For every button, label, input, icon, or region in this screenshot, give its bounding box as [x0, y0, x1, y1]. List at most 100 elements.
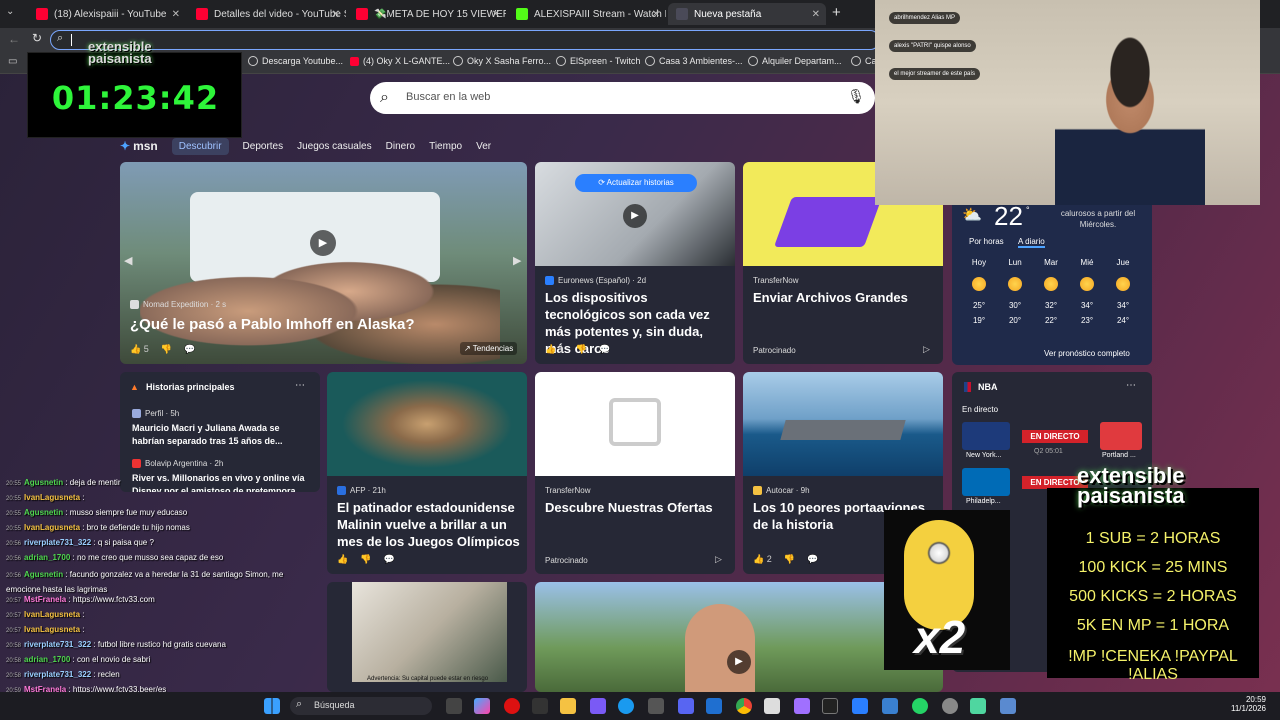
source-label: Bolavip Argentina · 2h	[145, 459, 224, 468]
news-card-devices[interactable]: ⟳ Actualizar historias ▶ Euronews (Españ…	[535, 162, 735, 364]
app-icon[interactable]	[706, 698, 722, 714]
hero-card[interactable]: ▶ ◀ ▶ Nomad Expedition · 2 s ¿Qué le pas…	[120, 162, 527, 364]
play-icon[interactable]: ▶	[310, 230, 336, 256]
card-title[interactable]: Enviar Archivos Grandes	[753, 289, 937, 306]
app-icon[interactable]	[764, 698, 780, 714]
app-icon[interactable]	[590, 698, 606, 714]
close-icon[interactable]: ✕	[172, 9, 180, 20]
nav-tab-ver[interactable]: Ver	[476, 141, 491, 152]
play-ad-icon[interactable]: ▷	[923, 344, 930, 355]
ad-card-offers[interactable]: TransferNow Descubre Nuestras Ofertas Pa…	[535, 372, 735, 574]
close-icon[interactable]: ✕	[332, 9, 340, 20]
bookmark-item[interactable]: Descarga Youtube...	[248, 56, 343, 66]
folder-icon[interactable]	[560, 698, 576, 714]
like-button[interactable]: 👍 2	[753, 554, 772, 565]
nav-tab-deportes[interactable]: Deportes	[243, 141, 284, 152]
address-input[interactable]: ⌕	[50, 30, 880, 50]
reload-icon[interactable]: ↻	[32, 31, 42, 45]
close-icon[interactable]: ✕	[812, 9, 820, 20]
tab-new-tab[interactable]: Nueva pestaña ✕	[668, 3, 826, 25]
prev-icon[interactable]: ◀	[124, 254, 132, 267]
web-search-box[interactable]: ⌕ Buscar en la web 🎙	[370, 82, 875, 114]
sponsored-label: Patrocinado	[753, 346, 796, 355]
comment-button[interactable]: 💬	[383, 554, 394, 565]
tab-kick-stream[interactable]: ALEXISPAIII Stream - Watch Live on✕	[508, 3, 666, 25]
finance-ad-card[interactable]: Advertencia: Su capital puede estar en r…	[327, 582, 527, 692]
tab-list-dropdown-icon[interactable]: ⌄	[6, 6, 14, 17]
tab-youtube-studio[interactable]: Detalles del video - YouTube Studio✕	[188, 3, 346, 25]
close-icon[interactable]: ✕	[492, 9, 500, 20]
msn-logo[interactable]: ✦ msn	[120, 139, 158, 153]
dislike-button[interactable]: 👎	[360, 554, 371, 565]
nav-tab-descubrir[interactable]: Descubrir	[171, 137, 229, 155]
dislike-button[interactable]: 👎	[161, 344, 172, 355]
bookmark-item[interactable]: ElSpreen - Twitch	[556, 56, 640, 66]
ad-warning: Advertencia: Su capital puede estar en r…	[367, 676, 489, 682]
game-row[interactable]: New York... EN DIRECTO Q2 05:01 Portland…	[962, 422, 1142, 462]
app-icon[interactable]	[648, 698, 664, 714]
like-button[interactable]: 👍 1	[545, 344, 564, 355]
bookmark-item[interactable]: (4) Oky X L-GANTE...	[350, 56, 450, 66]
weather-forecast-link[interactable]: Ver pronóstico completo	[1044, 349, 1130, 358]
dislike-button[interactable]: 👎	[784, 554, 795, 565]
bookmark-item[interactable]: Casa 3 Ambientes-...	[645, 56, 743, 66]
chat-sep: :	[63, 508, 70, 517]
discord-icon[interactable]	[678, 698, 694, 714]
tab-hourly[interactable]: Por horas	[969, 237, 1004, 246]
whatsapp-icon[interactable]	[912, 698, 928, 714]
hero-title[interactable]: ¿Qué le pasó a Pablo Imhoff en Alaska?	[130, 316, 510, 333]
dislike-button[interactable]: 👎	[576, 344, 587, 355]
comment-button[interactable]: 💬	[184, 344, 195, 355]
chat-time: 20:55	[6, 526, 22, 532]
tab-youtube[interactable]: (18) Alexispaiii - YouTube ✕	[28, 3, 186, 25]
story-title[interactable]: Mauricio Macri y Juliana Awada se habría…	[132, 422, 312, 448]
more-icon[interactable]: ⋯	[295, 380, 305, 391]
bookmark-item[interactable]: Oky X Sasha Ferro...	[453, 56, 551, 66]
task-view-icon[interactable]	[446, 698, 462, 714]
chrome-icon[interactable]	[736, 698, 752, 714]
play-ad-icon[interactable]: ▷	[715, 554, 722, 565]
copilot-icon[interactable]	[474, 698, 490, 714]
windows-start-icon[interactable]	[264, 698, 280, 714]
new-tab-button[interactable]: +	[832, 4, 841, 21]
play-icon[interactable]: ▶	[727, 650, 751, 674]
clock[interactable]: 20:59 11/1/2026	[1222, 695, 1266, 713]
nav-tab-dinero[interactable]: Dinero	[386, 141, 415, 152]
app-icon[interactable]	[532, 698, 548, 714]
app-icon[interactable]	[852, 698, 868, 714]
card-title[interactable]: El patinador estadounidense Malinin vuel…	[337, 499, 521, 550]
next-icon[interactable]: ▶	[513, 254, 521, 267]
play-icon[interactable]: ▶	[623, 204, 647, 228]
like-button[interactable]: 👍	[337, 554, 348, 565]
card-title[interactable]: Descubre Nuestras Ofertas	[545, 499, 729, 516]
bookmark-item[interactable]: Alquiler Departam...	[748, 56, 842, 66]
opera-icon[interactable]	[504, 698, 520, 714]
nav-tab-tiempo[interactable]: Tiempo	[429, 141, 462, 152]
app-icon[interactable]	[794, 698, 810, 714]
app-icon[interactable]	[970, 698, 986, 714]
chat-sep: :	[80, 523, 87, 532]
news-card-skater[interactable]: AFP · 21h El patinador estadounidense Ma…	[327, 372, 527, 574]
bookmark-item[interactable]: Ca	[851, 56, 877, 66]
taskbar-search[interactable]: Búsqueda	[290, 697, 432, 715]
back-icon[interactable]: ←	[8, 32, 20, 46]
microphone-icon[interactable]: 🎙	[847, 88, 865, 105]
comment-button[interactable]: 💬	[599, 344, 610, 355]
comment-button[interactable]: 💬	[807, 554, 818, 565]
settings-icon[interactable]	[942, 698, 958, 714]
close-icon[interactable]: ✕	[652, 9, 660, 20]
video-card[interactable]: ▶	[535, 582, 943, 692]
chat-time: 20:57	[6, 613, 22, 619]
edge-icon[interactable]	[618, 698, 634, 714]
trending-badge[interactable]: ↗ Tendencias	[460, 342, 518, 355]
more-icon[interactable]: ⋯	[1126, 380, 1136, 391]
like-button[interactable]: 👍 5	[130, 344, 149, 355]
league-label[interactable]: NBA	[978, 382, 998, 392]
terminal-icon[interactable]	[822, 698, 838, 714]
app-icon[interactable]	[1000, 698, 1016, 714]
update-stories-button[interactable]: ⟳ Actualizar historias	[575, 174, 697, 192]
tab-daily[interactable]: A diario	[1018, 237, 1045, 248]
tab-meta[interactable]: 💸META DE HOY 15 VIEWERS 💸✕	[348, 3, 506, 25]
app-icon[interactable]	[882, 698, 898, 714]
nav-tab-juegos[interactable]: Juegos casuales	[297, 141, 372, 152]
